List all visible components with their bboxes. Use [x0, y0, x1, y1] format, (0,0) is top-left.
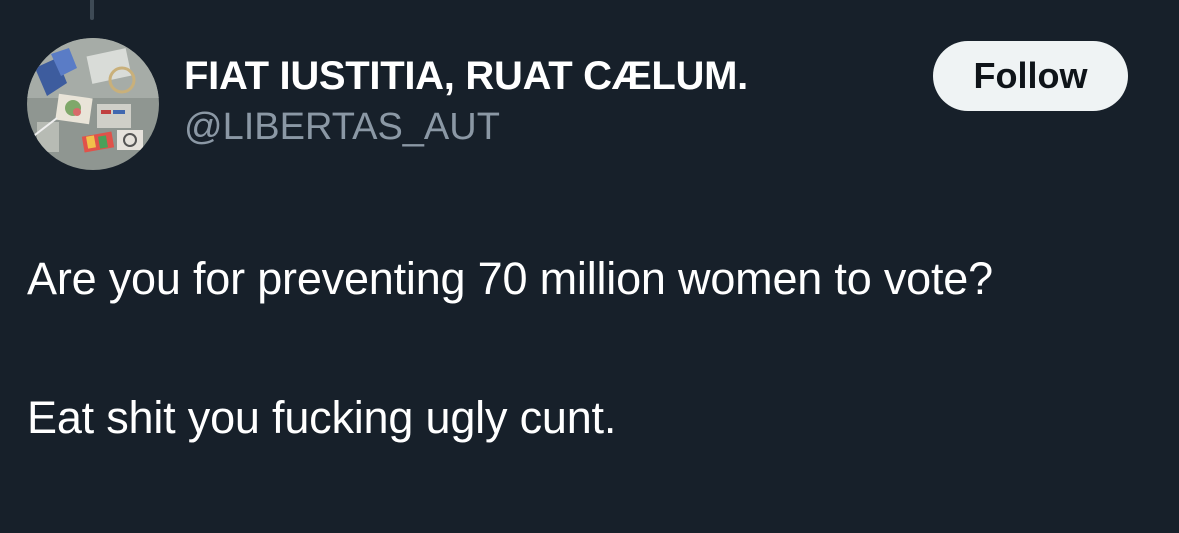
tweet-text-line: Eat shit you fucking ugly cunt.	[27, 392, 617, 443]
avatar-image-icon	[27, 38, 159, 170]
tweet-text-line: Are you for preventing 70 million women …	[27, 253, 993, 304]
reply-thread-line	[90, 0, 94, 20]
follow-button[interactable]: Follow	[933, 41, 1128, 111]
author-handle[interactable]: @LIBERTAS_AUT	[184, 106, 500, 149]
author-display-name[interactable]: FIAT IUSTITIA, RUAT CÆLUM.	[184, 54, 748, 99]
avatar[interactable]	[27, 38, 159, 170]
